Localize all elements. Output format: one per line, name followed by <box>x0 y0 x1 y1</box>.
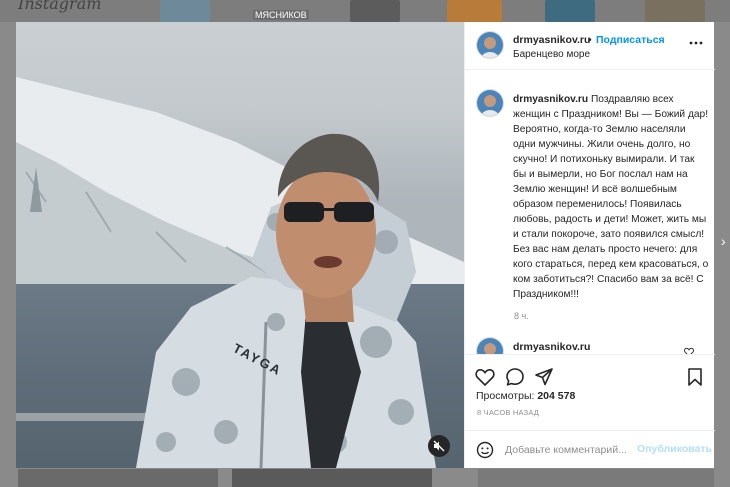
header-separator: • <box>588 34 592 46</box>
caption-username[interactable]: drmyasnikov.ru <box>513 94 588 105</box>
publish-button[interactable]: Опубликовать <box>637 443 712 455</box>
caption-timestamp[interactable]: 8 ч. <box>514 311 529 321</box>
background-thumbnail <box>160 0 210 22</box>
views-count[interactable]: Просмотры: 204 578 <box>476 390 575 402</box>
caption-text: Поздравляю всех женщин с Праздником! Вы … <box>513 94 709 300</box>
profile-photo <box>477 90 503 116</box>
avatar[interactable] <box>476 89 504 117</box>
post-video[interactable]: TAYGA <box>16 22 464 468</box>
profile-photo <box>477 32 503 58</box>
paper-plane-icon[interactable] <box>534 367 554 387</box>
post-details-panel: drmyasnikov.ru • Подписаться Баренцево м… <box>464 22 715 468</box>
instagram-logo: Instagram <box>18 0 102 13</box>
man-in-jacket <box>136 133 436 468</box>
post-modal: TAYGA drmyasnikov.ru • Подписаться Барен… <box>16 22 715 468</box>
background-thumbnail <box>18 469 218 487</box>
post-caption: drmyasnikov.ru Поздравляю всех женщин с … <box>513 92 709 302</box>
mute-button[interactable] <box>428 435 450 457</box>
location-link[interactable]: Баренцево море <box>513 49 590 60</box>
add-comment-bar: Опубликовать <box>465 430 715 468</box>
more-horizontal-icon[interactable] <box>689 36 703 50</box>
views-label: Просмотры: <box>476 390 535 402</box>
bookmark-icon[interactable] <box>685 367 705 387</box>
speaker-muted-icon <box>433 440 445 452</box>
header-username[interactable]: drmyasnikov.ru <box>513 34 590 46</box>
comments-section[interactable]: drmyasnikov.ru Поздравляю всех женщин с … <box>465 71 715 354</box>
background-thumbnail <box>447 0 502 22</box>
avatar[interactable] <box>476 337 504 354</box>
post-time-ago[interactable]: 8 ЧАСОВ НАЗАД <box>477 408 539 417</box>
background-thumbnail <box>350 0 400 22</box>
post-header: drmyasnikov.ru • Подписаться Баренцево м… <box>465 22 715 70</box>
background-thumbnail-tag: МЯСНИКОВ <box>253 10 309 20</box>
background-thumbnail <box>545 0 595 22</box>
background-thumbnail <box>478 469 714 487</box>
avatar[interactable] <box>476 31 504 59</box>
smiley-icon[interactable] <box>476 441 494 459</box>
heart-icon[interactable] <box>475 367 495 387</box>
post-actions-bar <box>465 354 715 392</box>
comment-username[interactable]: drmyasnikov.ru <box>513 341 590 353</box>
comment-input[interactable] <box>505 443 633 457</box>
follow-button[interactable]: Подписаться <box>596 34 665 46</box>
comment-icon[interactable] <box>505 367 525 387</box>
background-thumbnail <box>232 469 432 487</box>
comment-like-heart-icon[interactable] <box>684 347 694 354</box>
next-post-arrow-icon[interactable]: › <box>721 233 726 249</box>
profile-photo <box>477 338 503 354</box>
background-thumbnail <box>645 0 705 22</box>
background-thumbnails-strip: Instagram МЯСНИКОВ <box>0 0 730 22</box>
views-number: 204 578 <box>537 390 576 402</box>
